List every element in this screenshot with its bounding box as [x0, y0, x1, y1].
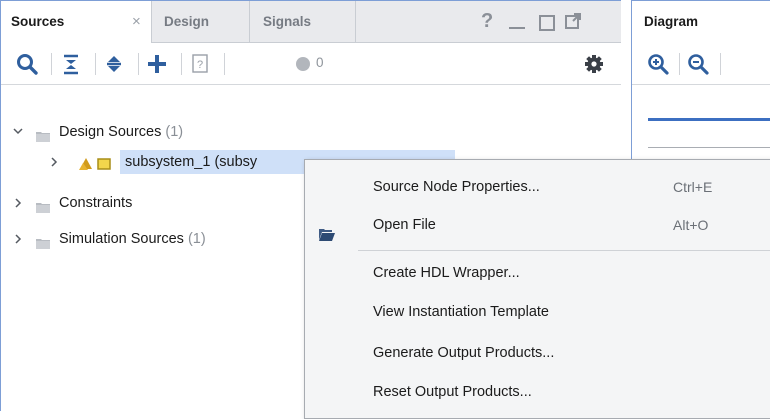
issue-count: 0: [316, 55, 324, 70]
close-icon[interactable]: ×: [132, 1, 141, 42]
chevron-right-icon[interactable]: [13, 227, 23, 259]
tab-diagram[interactable]: Diagram: [632, 1, 770, 43]
tree-row-constraints[interactable]: Constraints: [1, 191, 301, 215]
toolbar-separator: [138, 53, 139, 75]
tab-sources-label: Sources: [11, 14, 65, 29]
tree-count: (1): [187, 231, 206, 247]
tree-count: (1): [165, 124, 184, 140]
diagram-toolbar: [632, 43, 770, 85]
toolbar-separator: [181, 53, 182, 75]
tree-label: Design Sources: [59, 124, 162, 140]
menu-item-shortcut: Alt+O: [673, 217, 709, 233]
toolbar-separator: [51, 53, 52, 75]
float-window-icon[interactable]: [565, 13, 581, 32]
folder-icon: [36, 233, 50, 249]
menu-item-label: Generate Output Products...: [373, 345, 555, 361]
menu-item-reset-output-products[interactable]: Reset Output Products...: [305, 374, 770, 410]
collapse-all-icon[interactable]: [59, 52, 83, 76]
folder-open-icon: [319, 219, 335, 255]
tab-diagram-label: Diagram: [644, 14, 699, 29]
tab-design-label: Design: [164, 14, 210, 29]
expand-all-icon[interactable]: [102, 52, 126, 76]
toolbar-separator: [224, 53, 225, 75]
diagram-divider: [648, 147, 770, 148]
sources-tab-bar: Sources × Design Signals ?: [1, 1, 621, 43]
issue-status-icon[interactable]: [296, 57, 310, 71]
menu-item-create-hdl-wrapper[interactable]: Create HDL Wrapper...: [305, 255, 770, 291]
tab-signals-label: Signals: [263, 14, 312, 29]
zoom-out-icon[interactable]: [686, 52, 710, 76]
tree-row-design-sources[interactable]: Design Sources (1): [1, 120, 301, 144]
unknown-source-icon[interactable]: ?: [188, 52, 212, 76]
help-icon[interactable]: ?: [481, 1, 493, 42]
sources-toolbar: ? 0: [1, 43, 621, 85]
block-design-icon: [79, 155, 113, 179]
diagram-tab-indicator: [648, 118, 770, 121]
tree-label: Simulation Sources: [59, 231, 184, 247]
tree-row-simulation-sources[interactable]: Simulation Sources (1): [1, 227, 301, 251]
menu-item-label: Source Node Properties...: [373, 179, 540, 195]
search-icon[interactable]: [15, 52, 39, 76]
tab-signals[interactable]: Signals: [250, 1, 356, 42]
menu-item-shortcut: Ctrl+E: [673, 179, 713, 195]
gear-icon[interactable]: [582, 52, 606, 76]
menu-item-label: Open File: [373, 217, 436, 233]
menu-item-label: View Instantiation Template: [373, 304, 549, 320]
toolbar-separator: [679, 53, 680, 75]
zoom-in-icon[interactable]: [646, 52, 670, 76]
tab-sources[interactable]: Sources ×: [1, 1, 152, 43]
menu-item-view-instantiation-template[interactable]: View Instantiation Template: [305, 294, 770, 330]
menu-item-generate-output-products[interactable]: Generate Output Products...: [305, 335, 770, 371]
folder-icon: [36, 197, 50, 213]
tree-label: Constraints: [59, 195, 133, 211]
context-menu: Source Node Properties... Ctrl+E Open Fi…: [304, 159, 770, 419]
diagram-tab-bar: Diagram: [632, 1, 770, 43]
chevron-down-icon[interactable]: [13, 120, 23, 152]
menu-item-source-node-properties[interactable]: Source Node Properties... Ctrl+E: [305, 169, 770, 205]
menu-separator: [358, 250, 770, 251]
menu-item-label: Reset Output Products...: [373, 384, 532, 400]
tree-label: subsystem_1 (subsy: [125, 154, 258, 170]
folder-icon: [36, 126, 50, 142]
menu-item-open-file[interactable]: Open File Alt+O: [305, 207, 770, 243]
toolbar-separator: [720, 53, 721, 75]
chevron-right-icon[interactable]: [49, 150, 59, 182]
add-sources-icon[interactable]: [145, 52, 169, 76]
chevron-right-icon[interactable]: [13, 191, 23, 223]
menu-item-label: Create HDL Wrapper...: [373, 265, 520, 281]
svg-text:?: ?: [197, 59, 203, 71]
tab-design[interactable]: Design: [152, 1, 250, 42]
toolbar-separator: [95, 53, 96, 75]
